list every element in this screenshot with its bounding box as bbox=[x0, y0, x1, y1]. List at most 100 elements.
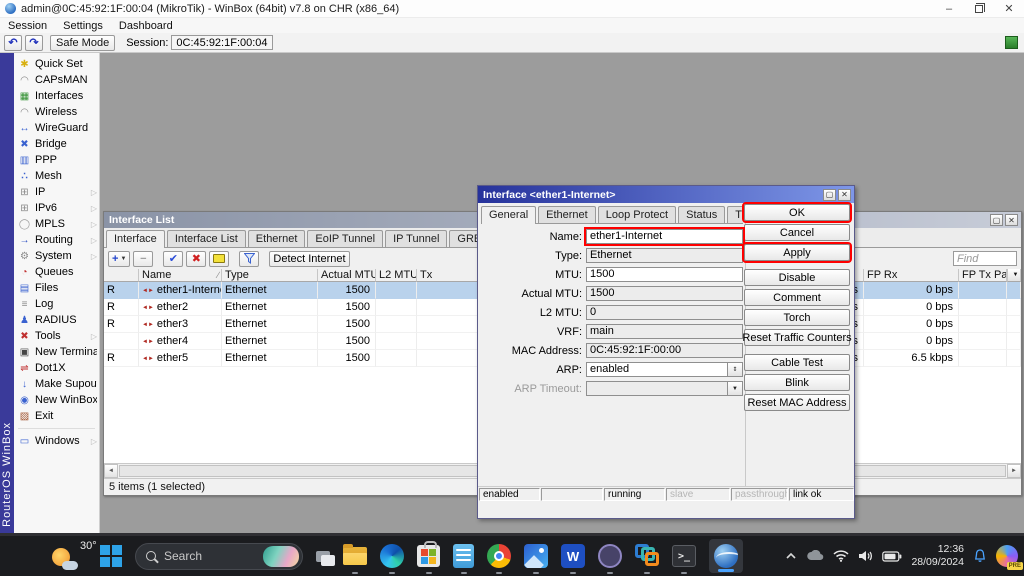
redo-button[interactable]: ↷ bbox=[25, 35, 43, 51]
maximize-icon[interactable]: ▢ bbox=[990, 214, 1003, 226]
tab-ethernet[interactable]: Ethernet bbox=[248, 230, 306, 247]
close-icon[interactable]: ✕ bbox=[1005, 214, 1018, 226]
cable-test-button[interactable]: Cable Test bbox=[744, 354, 850, 371]
torch-button[interactable]: Torch bbox=[744, 309, 850, 326]
start-button[interactable] bbox=[100, 536, 122, 576]
winbox-taskbar-button[interactable] bbox=[709, 536, 743, 576]
tab-ip-tunnel[interactable]: IP Tunnel bbox=[385, 230, 447, 247]
arp-select[interactable]: enabled bbox=[586, 362, 728, 377]
mtu-field[interactable]: 1500 bbox=[586, 267, 743, 282]
vmware-button[interactable] bbox=[635, 536, 659, 576]
tab-interface[interactable]: Interface bbox=[106, 230, 165, 248]
sidebar-item-new-winbox[interactable]: New WinBox bbox=[14, 392, 99, 408]
detect-internet-button[interactable]: Detect Internet bbox=[269, 251, 349, 267]
tab-ethernet[interactable]: Ethernet bbox=[538, 206, 596, 223]
apply-button[interactable]: Apply bbox=[744, 244, 850, 261]
safe-mode-button[interactable]: Safe Mode bbox=[50, 35, 115, 51]
wifi-icon[interactable] bbox=[833, 550, 849, 562]
sidebar-item-windows[interactable]: Windows▷ bbox=[14, 433, 99, 449]
photos-button[interactable] bbox=[524, 536, 548, 576]
enable-button[interactable]: ✔ bbox=[163, 251, 183, 267]
restore-button[interactable] bbox=[964, 0, 994, 17]
maximize-icon[interactable]: ▢ bbox=[823, 189, 836, 201]
add-button[interactable]: +▼ bbox=[108, 251, 130, 267]
column-chooser-button[interactable]: ▼ bbox=[1007, 269, 1021, 282]
sidebar-item-log[interactable]: Log bbox=[14, 296, 99, 312]
tab-interface-list[interactable]: Interface List bbox=[167, 230, 246, 247]
col-fp-rx[interactable]: FP Rx bbox=[864, 269, 959, 282]
menu-session[interactable]: Session bbox=[8, 20, 47, 32]
sidebar-item-ip[interactable]: IP▷ bbox=[14, 184, 99, 200]
sidebar-item-bridge[interactable]: Bridge bbox=[14, 136, 99, 152]
notepad-button[interactable] bbox=[453, 536, 474, 576]
disable-button[interactable]: ✖ bbox=[186, 251, 206, 267]
minimize-button[interactable]: – bbox=[934, 0, 964, 17]
sidebar-item-dot1x[interactable]: Dot1X bbox=[14, 360, 99, 376]
gns3-button[interactable] bbox=[598, 536, 622, 576]
sidebar-item-make-supout[interactable]: Make Supout.rif bbox=[14, 376, 99, 392]
reset-traffic-counters-button[interactable]: Reset Traffic Counters bbox=[744, 329, 850, 346]
disable-button[interactable]: Disable bbox=[744, 269, 850, 286]
sidebar-item-files[interactable]: Files bbox=[14, 280, 99, 296]
sidebar-item-tools[interactable]: Tools▷ bbox=[14, 328, 99, 344]
scroll-right-icon[interactable]: ► bbox=[1007, 464, 1021, 478]
sidebar-item-wireless[interactable]: Wireless bbox=[14, 104, 99, 120]
tab-status[interactable]: Status bbox=[678, 206, 725, 223]
sidebar-item-exit[interactable]: Exit bbox=[14, 408, 99, 424]
sidebar-item-system[interactable]: System▷ bbox=[14, 248, 99, 264]
comment-button[interactable] bbox=[209, 251, 229, 267]
comment-button[interactable]: Comment bbox=[744, 289, 850, 306]
undo-button[interactable]: ↶ bbox=[4, 35, 22, 51]
word-button[interactable]: W bbox=[561, 536, 585, 576]
arp-timeout-dropdown-icon[interactable]: ▼ bbox=[728, 381, 743, 396]
menu-settings[interactable]: Settings bbox=[63, 20, 103, 32]
file-explorer-button[interactable] bbox=[343, 536, 367, 576]
tab-loop-protect[interactable]: Loop Protect bbox=[598, 206, 676, 223]
sidebar-item-mesh[interactable]: Mesh bbox=[14, 168, 99, 184]
tray-chevron-icon[interactable] bbox=[785, 552, 797, 560]
name-field[interactable]: ether1-Internet bbox=[586, 229, 743, 244]
arp-dropdown-icon[interactable]: ⇕ bbox=[728, 362, 743, 377]
dialog-titlebar[interactable]: Interface <ether1-Internet> ▢ ✕ bbox=[478, 186, 854, 203]
find-input[interactable] bbox=[953, 251, 1017, 266]
sidebar-item-routing[interactable]: Routing▷ bbox=[14, 232, 99, 248]
store-button[interactable] bbox=[417, 536, 440, 576]
edge-button[interactable] bbox=[380, 536, 404, 576]
sidebar-item-radius[interactable]: RADIUS bbox=[14, 312, 99, 328]
col-l2-mtu[interactable]: L2 MTU bbox=[376, 269, 417, 282]
tab-eoip-tunnel[interactable]: EoIP Tunnel bbox=[307, 230, 383, 247]
close-button[interactable]: ✕ bbox=[994, 0, 1024, 17]
sidebar-item-ppp[interactable]: PPP bbox=[14, 152, 99, 168]
reset-mac-address-button[interactable]: Reset MAC Address bbox=[744, 394, 850, 411]
onedrive-icon[interactable] bbox=[806, 550, 824, 562]
sidebar-item-queues[interactable]: Queues bbox=[14, 264, 99, 280]
task-view-button[interactable] bbox=[316, 536, 330, 576]
search-bar[interactable]: Search bbox=[135, 536, 303, 576]
cancel-button[interactable]: Cancel bbox=[744, 224, 850, 241]
ok-button[interactable]: OK bbox=[744, 204, 850, 221]
sidebar-item-mpls[interactable]: MPLS▷ bbox=[14, 216, 99, 232]
blink-button[interactable]: Blink bbox=[744, 374, 850, 391]
volume-icon[interactable] bbox=[858, 550, 873, 562]
col-name[interactable]: Name∕ bbox=[139, 269, 222, 282]
sidebar-item-interfaces[interactable]: Interfaces bbox=[14, 88, 99, 104]
tab-general[interactable]: General bbox=[481, 206, 536, 224]
filter-button[interactable] bbox=[239, 251, 259, 267]
scroll-left-icon[interactable]: ◄ bbox=[104, 464, 118, 478]
terminal-button[interactable]: >_ bbox=[672, 536, 696, 576]
menu-dashboard[interactable]: Dashboard bbox=[119, 20, 173, 32]
weather-widget[interactable]: 30° bbox=[52, 540, 97, 572]
chrome-button[interactable] bbox=[487, 536, 511, 576]
taskbar-clock[interactable]: 12:36 28/09/2024 bbox=[911, 543, 964, 569]
battery-icon[interactable] bbox=[882, 551, 902, 562]
close-icon[interactable]: ✕ bbox=[838, 189, 851, 201]
col-actual-mtu[interactable]: Actual MTU bbox=[318, 269, 376, 282]
col-flag[interactable] bbox=[104, 269, 139, 282]
col-type[interactable]: Type bbox=[222, 269, 318, 282]
col-fp-tx-packet[interactable]: FP Tx Packet bbox=[959, 269, 1007, 282]
sidebar-item-capsman[interactable]: CAPsMAN bbox=[14, 72, 99, 88]
sidebar-item-wireguard[interactable]: WireGuard bbox=[14, 120, 99, 136]
remove-button[interactable]: − bbox=[133, 251, 153, 267]
sidebar-item-new-terminal[interactable]: New Terminal bbox=[14, 344, 99, 360]
copilot-icon[interactable]: PRE bbox=[996, 545, 1018, 567]
